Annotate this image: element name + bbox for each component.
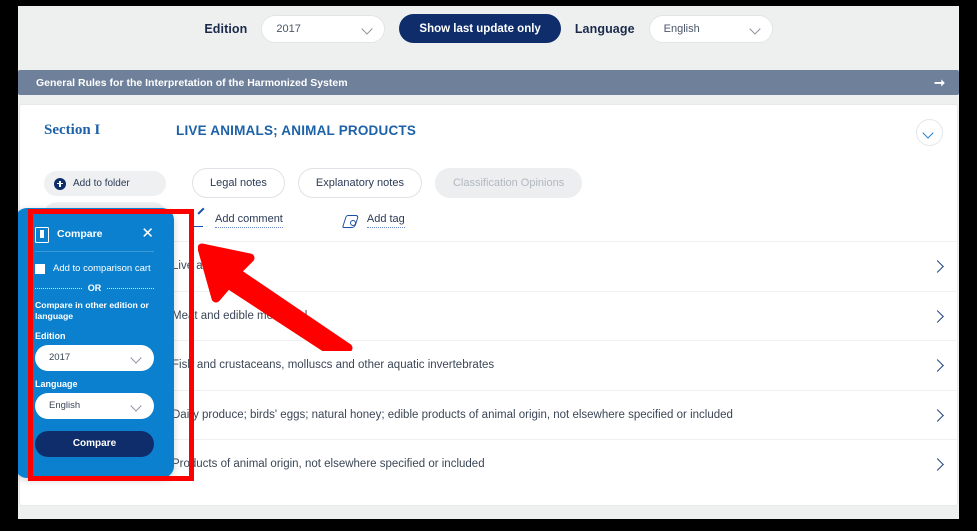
compare-popup-header: Compare ✕ xyxy=(35,226,154,252)
add-tag-button[interactable]: Add tag xyxy=(343,213,405,228)
compare-popup-body: Compare ✕ Add to comparison cart OR Comp… xyxy=(23,216,166,470)
section-header: Section I LIVE ANIMALS; ANIMAL PRODUCTS xyxy=(20,105,957,165)
filter-toolbar: Edition 2017 Show last update only Langu… xyxy=(18,6,959,51)
compare-language-label: Language xyxy=(35,378,78,389)
section-collapse-button[interactable] xyxy=(916,119,943,146)
add-to-folder-button[interactable]: Add to folder xyxy=(44,171,166,196)
divider-line xyxy=(107,287,154,289)
add-tag-label: Add tag xyxy=(366,213,405,228)
compare-subtitle: Compare in other edition or language xyxy=(35,300,149,322)
tab-classification-opinions: Classification Opinions xyxy=(434,168,583,198)
edition-label: Edition xyxy=(204,21,248,36)
app-frame: Edition 2017 Show last update only Langu… xyxy=(18,6,959,519)
page-title: Section I xyxy=(44,122,101,138)
edition-select-value: 2017 xyxy=(276,22,301,35)
language-label: Language xyxy=(574,21,635,36)
section-tabs: Legal notes Explanatory notes Classifica… xyxy=(192,168,583,198)
compare-submit-button[interactable]: Compare xyxy=(35,430,154,457)
tag-icon xyxy=(343,214,358,228)
chapter-description: Fish and crustaceans, molluscs and other… xyxy=(172,359,495,372)
general-rules-title: General Rules for the Interpretation of … xyxy=(36,76,348,89)
compare-edition-select[interactable]: 2017 xyxy=(35,344,154,371)
compare-popup: Compare ✕ Add to comparison cart OR Comp… xyxy=(18,208,174,478)
add-comment-label: Add comment xyxy=(215,213,283,228)
divider-line xyxy=(35,287,82,289)
tab-legal-notes-label: Legal notes xyxy=(210,177,267,189)
add-to-comparison-cart-label: Add to comparison cart xyxy=(53,263,151,274)
language-select-value: English xyxy=(663,22,700,35)
add-to-comparison-cart-checkbox[interactable]: Add to comparison cart xyxy=(35,263,154,274)
language-select[interactable]: English xyxy=(648,14,773,43)
chevron-down-icon xyxy=(132,354,143,361)
chapter-description: Meat and edible meat offal xyxy=(172,309,308,322)
plus-circle-icon xyxy=(54,177,66,190)
tab-legal-notes[interactable]: Legal notes xyxy=(192,168,285,198)
tab-classification-opinions-label: Classification Opinions xyxy=(452,177,565,189)
compare-language-value: English xyxy=(49,400,81,412)
compare-language-select[interactable]: English xyxy=(35,392,154,419)
pencil-icon xyxy=(192,214,206,228)
chevron-right-icon xyxy=(931,309,957,323)
chevron-down-icon xyxy=(924,129,935,136)
chevron-down-icon xyxy=(132,402,143,409)
chevron-down-icon xyxy=(751,25,762,32)
section-meta-row: Add comment Add tag xyxy=(192,213,405,228)
general-rules-bar[interactable]: General Rules for the Interpretation of … xyxy=(18,70,959,95)
checkbox-box xyxy=(35,263,45,274)
tab-explanatory-notes-label: Explanatory notes xyxy=(315,177,404,189)
chevron-right-icon xyxy=(931,408,957,422)
compare-edition-label: Edition xyxy=(35,330,66,341)
chevron-down-icon xyxy=(363,25,374,32)
show-last-update-button[interactable]: Show last update only xyxy=(399,14,561,43)
add-to-folder-label: Add to folder xyxy=(73,178,130,189)
tab-explanatory-notes[interactable]: Explanatory notes xyxy=(297,168,422,198)
chapter-description: Dairy produce; birds' eggs; natural hone… xyxy=(172,408,733,421)
chapter-description: Live animals xyxy=(172,260,236,273)
chapter-description: Products of animal origin, not elsewhere… xyxy=(172,458,485,471)
or-label: OR xyxy=(87,283,102,293)
section-title: LIVE ANIMALS; ANIMAL PRODUCTS xyxy=(176,123,417,138)
or-divider: OR xyxy=(35,283,154,293)
compare-popup-title: Compare xyxy=(57,227,103,240)
compare-edition-value: 2017 xyxy=(49,352,71,364)
arrow-right-icon: ➞ xyxy=(934,75,945,90)
add-comment-button[interactable]: Add comment xyxy=(192,213,283,228)
edition-select[interactable]: 2017 xyxy=(261,14,386,43)
chevron-right-icon xyxy=(931,259,957,273)
compare-icon xyxy=(35,226,49,243)
close-icon[interactable]: ✕ xyxy=(141,226,154,241)
chevron-right-icon xyxy=(931,358,957,372)
chevron-right-icon xyxy=(931,457,957,471)
